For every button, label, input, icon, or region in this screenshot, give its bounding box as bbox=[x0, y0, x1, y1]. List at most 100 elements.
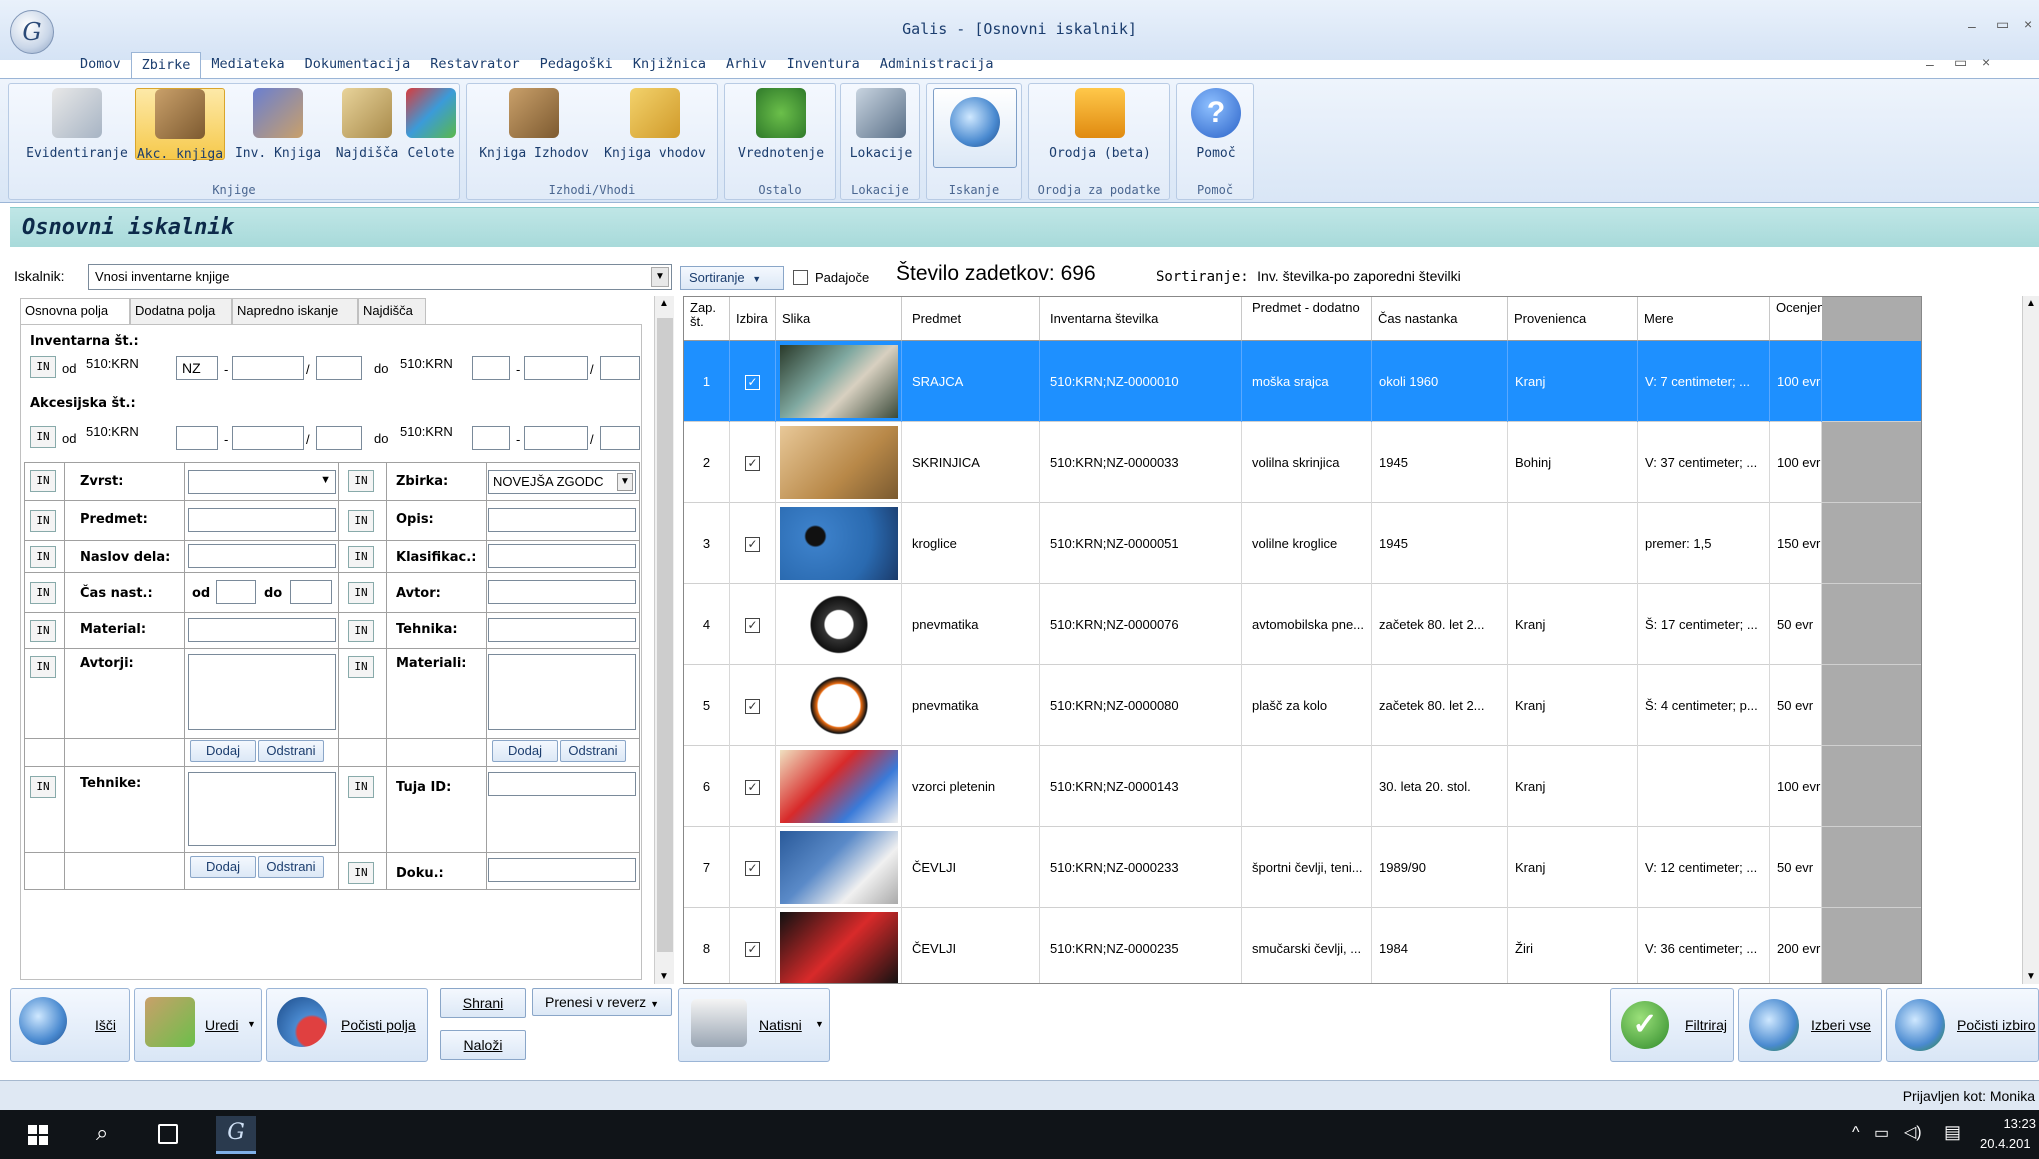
doku-in-toggle[interactable]: IN bbox=[348, 862, 374, 884]
galis-taskbar-icon[interactable]: G bbox=[216, 1116, 256, 1154]
table-row[interactable]: 1 ✓ SRAJCA 510:KRN;NZ-0000010 moška srajca ok… bbox=[684, 341, 1921, 422]
item-thumbnail-image[interactable] bbox=[780, 345, 898, 418]
select-checkbox[interactable]: ✓ bbox=[745, 780, 760, 796]
dropdown-arrow-icon[interactable]: ▼ bbox=[617, 473, 633, 491]
item-thumbnail-image[interactable] bbox=[780, 588, 898, 661]
tray-chevron-icon[interactable]: ^ bbox=[1852, 1124, 1860, 1142]
zvrst-select[interactable]: ▼ bbox=[188, 470, 336, 494]
inv-knjiga-button[interactable]: Inv. Knjiga bbox=[229, 88, 327, 161]
akc-od-sub-field[interactable] bbox=[316, 426, 362, 450]
tuja-id-in-toggle[interactable]: IN bbox=[348, 776, 374, 798]
natisni-button[interactable]: Natisni ▼ bbox=[678, 988, 830, 1062]
dropdown-arrow-icon[interactable]: ▼ bbox=[815, 1019, 824, 1029]
col-header-inventarna[interactable]: Inventarna številka bbox=[1040, 297, 1242, 341]
cas-od-field[interactable] bbox=[216, 580, 256, 604]
tab-osnovna-polja[interactable]: Osnovna polja bbox=[20, 298, 130, 324]
tehnike-dodaj-button[interactable]: Dodaj bbox=[190, 856, 256, 878]
naslov-dela-field[interactable] bbox=[188, 544, 336, 568]
knjiga-vhodov-button[interactable]: Knjiga vhodov bbox=[597, 88, 713, 161]
menu-arhiv[interactable]: Arhiv bbox=[716, 52, 777, 78]
col-header-predmet[interactable]: Predmet bbox=[902, 297, 1040, 341]
menu-dokumentacija[interactable]: Dokumentacija bbox=[295, 52, 421, 78]
table-row[interactable]: 7 ✓ ČEVLJI 510:KRN;NZ-0000233 športni čevlji… bbox=[684, 827, 1921, 908]
dropdown-arrow-icon[interactable]: ▼ bbox=[651, 267, 669, 287]
search-icon[interactable]: ⌕ bbox=[96, 1120, 108, 1146]
tehnike-list[interactable] bbox=[188, 772, 336, 846]
klasifikac-in-toggle[interactable]: IN bbox=[348, 546, 374, 568]
scroll-down-icon[interactable]: ▼ bbox=[2026, 971, 2036, 982]
close-icon[interactable]: × bbox=[2024, 16, 2032, 32]
menu-restavrator[interactable]: Restavrator bbox=[420, 52, 529, 78]
materiali-dodaj-button[interactable]: Dodaj bbox=[492, 740, 558, 762]
akc-do-prefix-field[interactable] bbox=[472, 426, 510, 450]
windows-start-icon[interactable] bbox=[28, 1125, 48, 1145]
item-thumbnail-image[interactable] bbox=[780, 831, 898, 904]
akc-od-prefix-field[interactable] bbox=[176, 426, 218, 450]
material-field[interactable] bbox=[188, 618, 336, 642]
zvrst-in-toggle[interactable]: IN bbox=[30, 470, 56, 492]
tehnika-field[interactable] bbox=[488, 618, 636, 642]
sortiranje-dropdown-button[interactable]: Sortiranje ▼ bbox=[680, 266, 784, 290]
select-checkbox[interactable]: ✓ bbox=[745, 618, 760, 634]
col-header-predmet-dodatno[interactable]: Predmet - dodatno bbox=[1242, 297, 1372, 341]
celote-button[interactable]: Celote bbox=[401, 88, 461, 161]
pomoc-button[interactable]: ? Pomoč bbox=[1181, 88, 1251, 161]
materiali-odstrani-button[interactable]: Odstrani bbox=[560, 740, 626, 762]
izberi-vse-button[interactable]: Izberi vse bbox=[1738, 988, 1882, 1062]
pocisti-izbiro-button[interactable]: Počisti izbiro bbox=[1886, 988, 2039, 1062]
notifications-icon[interactable]: ▤ bbox=[1944, 1122, 1961, 1143]
left-scrollbar[interactable]: ▲ ▼ bbox=[654, 296, 674, 984]
inv-do-number-field[interactable] bbox=[524, 356, 588, 380]
cas-in-toggle[interactable]: IN bbox=[30, 582, 56, 604]
predmet-field[interactable] bbox=[188, 508, 336, 532]
predmet-in-toggle[interactable]: IN bbox=[30, 510, 56, 532]
avtorji-in-toggle[interactable]: IN bbox=[30, 656, 56, 678]
zbirka-select[interactable]: NOVEJŠA ZGODC ▼ bbox=[488, 470, 636, 494]
knjiga-izhodov-button[interactable]: Knjiga Izhodov bbox=[471, 88, 597, 161]
table-row[interactable]: 6 ✓ vzorci pletenin 510:KRN;NZ-0000143 30. l… bbox=[684, 746, 1921, 827]
avtorji-list[interactable] bbox=[188, 654, 336, 730]
menu-mediateka[interactable]: Mediateka bbox=[201, 52, 294, 78]
material-in-toggle[interactable]: IN bbox=[30, 620, 56, 642]
zbirka-in-toggle[interactable]: IN bbox=[348, 470, 374, 492]
maximize-icon[interactable]: ▭ bbox=[1996, 16, 2009, 33]
avtor-field[interactable] bbox=[488, 580, 636, 604]
lokacije-button[interactable]: Lokacije bbox=[845, 88, 917, 161]
item-thumbnail-image[interactable] bbox=[780, 912, 898, 983]
tab-napredno-iskanje[interactable]: Napredno iskanje bbox=[232, 298, 358, 324]
table-row[interactable]: 5 ✓ pnevmatika 510:KRN;NZ-0000080 plašč za k… bbox=[684, 665, 1921, 746]
select-checkbox[interactable]: ✓ bbox=[745, 699, 760, 715]
iskanje-button[interactable] bbox=[933, 88, 1017, 168]
nalozi-button[interactable]: Naloži bbox=[440, 1030, 526, 1060]
cas-do-field[interactable] bbox=[290, 580, 332, 604]
network-icon[interactable]: ▭ bbox=[1874, 1123, 1889, 1143]
evidentiranje-button[interactable]: Evidentiranje bbox=[17, 88, 137, 161]
mdi-close-icon[interactable]: × bbox=[1982, 54, 1990, 70]
opis-in-toggle[interactable]: IN bbox=[348, 510, 374, 532]
inv-do-prefix-field[interactable] bbox=[472, 356, 510, 380]
select-checkbox[interactable]: ✓ bbox=[745, 942, 760, 958]
select-checkbox[interactable]: ✓ bbox=[745, 861, 760, 877]
prenesi-v-reverz-button[interactable]: Prenesi v reverz ▼ bbox=[532, 988, 672, 1016]
scroll-up-icon[interactable]: ▲ bbox=[2026, 298, 2036, 309]
akc-od-number-field[interactable] bbox=[232, 426, 304, 450]
item-thumbnail-image[interactable] bbox=[780, 426, 898, 499]
isci-button[interactable]: Išči bbox=[10, 988, 130, 1062]
opis-field[interactable] bbox=[488, 508, 636, 532]
dropdown-arrow-icon[interactable]: ▼ bbox=[320, 474, 331, 486]
tab-najdisca[interactable]: Najdišča bbox=[358, 298, 426, 324]
menu-pedagoski[interactable]: Pedagoški bbox=[530, 52, 623, 78]
uredi-button[interactable]: Uredi ▼ bbox=[134, 988, 262, 1062]
tehnika-in-toggle[interactable]: IN bbox=[348, 620, 374, 642]
doku-field[interactable] bbox=[488, 858, 636, 882]
inv-od-sub-field[interactable] bbox=[316, 356, 362, 380]
akc-do-number-field[interactable] bbox=[524, 426, 588, 450]
tuja-id-field[interactable] bbox=[488, 772, 636, 796]
col-header-mere[interactable]: Mere bbox=[1638, 297, 1770, 341]
item-thumbnail-image[interactable] bbox=[780, 750, 898, 823]
tab-dodatna-polja[interactable]: Dodatna polja bbox=[130, 298, 232, 324]
akc-in-toggle[interactable]: IN bbox=[30, 426, 56, 448]
menu-knjiznica[interactable]: Knjižnica bbox=[623, 52, 716, 78]
col-header-slika[interactable]: Slika bbox=[776, 297, 902, 341]
inv-od-number-field[interactable] bbox=[232, 356, 304, 380]
